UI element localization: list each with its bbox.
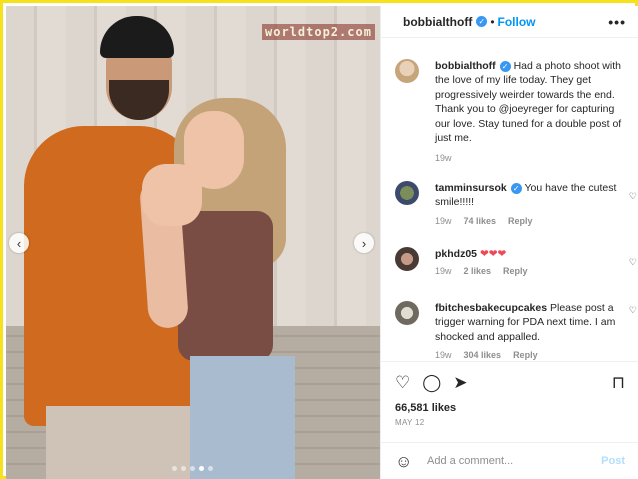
- verified-badge-icon: ✓: [510, 183, 522, 194]
- screenshot-frame: worldtop2.com ‹ › bobbialthoff ✓ • Follo…: [0, 0, 638, 479]
- caption-age: 19w: [435, 153, 452, 164]
- caption-row: bobbialthoff ✓ Had a photo shoot with the…: [395, 59, 631, 163]
- avatar[interactable]: [395, 59, 419, 83]
- comment-likes[interactable]: 304 likes: [464, 350, 502, 360]
- post-header: bobbialthoff ✓ • Follow •••: [381, 6, 638, 38]
- comment-likes[interactable]: 74 likes: [464, 216, 497, 226]
- heart-outline-icon[interactable]: ♡: [629, 257, 637, 268]
- comment-input[interactable]: [427, 455, 597, 467]
- post-actions: ♡ ◯ ➤ ⊓ 66,581 likes MAY 12: [381, 361, 638, 427]
- avatar[interactable]: [395, 247, 419, 271]
- post-sidebar: bobbialthoff ✓ • Follow ••• bobbialthoff…: [380, 6, 638, 479]
- comment-username[interactable]: tamminsursok: [435, 182, 507, 194]
- emoji-icon[interactable]: ☺: [395, 452, 413, 471]
- verified-badge-icon: ✓: [499, 61, 511, 72]
- reply-button[interactable]: Reply: [513, 350, 538, 360]
- comment-age: 19w: [435, 266, 452, 277]
- carousel-dot[interactable]: [208, 466, 213, 471]
- carousel-prev-button[interactable]: ‹: [9, 233, 29, 253]
- carousel-dot[interactable]: [190, 466, 195, 471]
- caption-text: Had a photo shoot with the love of my li…: [435, 60, 622, 145]
- comment-likes[interactable]: 2 likes: [464, 266, 492, 276]
- post-comment-button[interactable]: Post: [601, 455, 625, 467]
- verified-badge-icon: ✓: [476, 16, 488, 27]
- reply-button[interactable]: Reply: [508, 216, 533, 226]
- author-username[interactable]: bobbialthoff: [403, 15, 472, 29]
- chevron-right-icon: ›: [361, 235, 367, 251]
- caption-username[interactable]: bobbialthoff: [435, 60, 496, 72]
- avatar[interactable]: [395, 181, 419, 205]
- woman-figure: [178, 211, 273, 361]
- more-options-icon[interactable]: •••: [608, 14, 626, 30]
- carousel-dot[interactable]: [181, 466, 186, 471]
- comment-bubble-icon[interactable]: ◯: [422, 373, 441, 393]
- avatar[interactable]: [395, 301, 419, 325]
- like-heart-icon[interactable]: ♡: [395, 373, 410, 393]
- like-count[interactable]: 66,581 likes: [395, 402, 625, 414]
- woman-jeans: [190, 356, 295, 479]
- separator-dot: •: [490, 14, 495, 29]
- comment-row: tamminsursok ✓ You have the cutest smile!…: [395, 181, 637, 226]
- carousel-dot[interactable]: [172, 466, 177, 471]
- comment-text: ❤❤❤: [479, 248, 507, 260]
- ring-hand: [142, 164, 202, 226]
- carousel-dot-active[interactable]: [199, 466, 204, 471]
- comment-username[interactable]: pkhdz05: [435, 248, 477, 260]
- chevron-left-icon: ‹: [16, 235, 22, 251]
- bookmark-icon[interactable]: ⊓: [612, 373, 625, 393]
- comment-row: fbitchesbakecupcakes Please post a trigg…: [395, 301, 637, 361]
- post-photo[interactable]: worldtop2.com ‹ ›: [6, 6, 380, 479]
- comment-username[interactable]: fbitchesbakecupcakes: [435, 302, 547, 314]
- add-comment-bar: ☺ Post: [381, 442, 638, 479]
- carousel-dots: [172, 466, 213, 471]
- watermark: worldtop2.com: [262, 24, 375, 40]
- heart-outline-icon[interactable]: ♡: [629, 191, 637, 202]
- comment-row: pkhdz05 ❤❤❤ 19w 2 likes Reply ♡: [395, 247, 637, 277]
- carousel-next-button[interactable]: ›: [354, 233, 374, 253]
- follow-button[interactable]: Follow: [498, 15, 536, 29]
- heart-outline-icon[interactable]: ♡: [629, 305, 637, 316]
- post-date: MAY 12: [395, 418, 425, 427]
- reply-button[interactable]: Reply: [503, 266, 528, 276]
- comment-age: 19w: [435, 350, 452, 361]
- comment-age: 19w: [435, 215, 452, 226]
- comments-list[interactable]: bobbialthoff ✓ Had a photo shoot with the…: [381, 39, 638, 361]
- share-send-icon[interactable]: ➤: [453, 373, 467, 393]
